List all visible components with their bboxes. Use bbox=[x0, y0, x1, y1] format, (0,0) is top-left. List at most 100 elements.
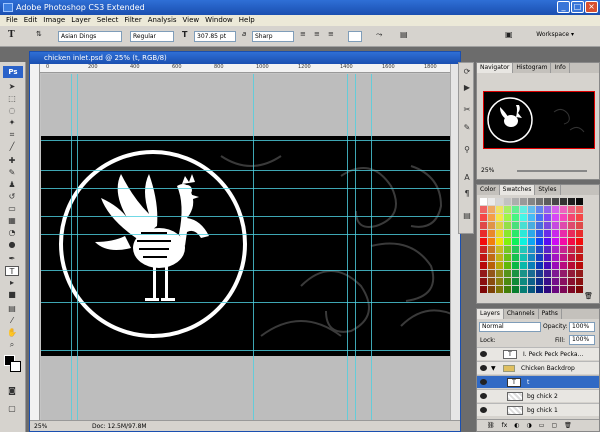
swatch[interactable] bbox=[480, 278, 487, 285]
layer-row[interactable]: T t bbox=[477, 375, 599, 388]
swatch[interactable] bbox=[560, 278, 567, 285]
eye-icon[interactable] bbox=[480, 379, 487, 385]
history-icon[interactable]: ⟳ bbox=[462, 67, 472, 79]
swatch[interactable] bbox=[536, 206, 543, 213]
opacity-field[interactable]: 100% bbox=[569, 322, 595, 332]
swatch[interactable] bbox=[544, 238, 551, 245]
close-button[interactable]: × bbox=[585, 1, 598, 13]
swatch[interactable] bbox=[504, 222, 511, 229]
swatch[interactable] bbox=[520, 206, 527, 213]
swatch[interactable] bbox=[552, 286, 559, 293]
swatch[interactable] bbox=[552, 254, 559, 261]
guide-horizontal[interactable] bbox=[41, 216, 459, 217]
swatch[interactable] bbox=[520, 262, 527, 269]
actions-icon[interactable]: ▶ bbox=[462, 83, 472, 95]
swatch[interactable] bbox=[496, 270, 503, 277]
swatch[interactable] bbox=[488, 262, 495, 269]
swatch[interactable] bbox=[504, 254, 511, 261]
swatch[interactable] bbox=[576, 246, 583, 253]
swatch[interactable] bbox=[552, 198, 559, 205]
expand-triangle-icon[interactable]: ▼ bbox=[491, 362, 496, 375]
swatch[interactable] bbox=[480, 238, 487, 245]
delete-layer-icon[interactable]: 🗑 bbox=[564, 420, 572, 431]
swatch[interactable] bbox=[480, 246, 487, 253]
swatch[interactable] bbox=[480, 254, 487, 261]
swatch[interactable] bbox=[568, 222, 575, 229]
swatch[interactable] bbox=[488, 222, 495, 229]
swatch[interactable] bbox=[536, 246, 543, 253]
marquee-tool-icon[interactable]: ⬚ bbox=[5, 94, 19, 104]
eye-icon[interactable] bbox=[480, 365, 487, 371]
tab-swatches[interactable]: Swatches bbox=[499, 185, 536, 195]
swatch[interactable] bbox=[512, 206, 519, 213]
swatch[interactable] bbox=[504, 278, 511, 285]
tab-paths[interactable]: Paths bbox=[539, 309, 562, 319]
warp-text-icon[interactable]: ⤳ bbox=[376, 30, 382, 40]
swatch[interactable] bbox=[496, 238, 503, 245]
swatch[interactable] bbox=[528, 230, 535, 237]
pen-tool-icon[interactable]: ✒ bbox=[5, 254, 19, 264]
swatch[interactable] bbox=[512, 270, 519, 277]
swatch[interactable] bbox=[480, 222, 487, 229]
swatch[interactable] bbox=[528, 238, 535, 245]
swatch[interactable] bbox=[568, 270, 575, 277]
new-layer-icon[interactable]: ▢ bbox=[551, 420, 557, 431]
swatch[interactable] bbox=[544, 230, 551, 237]
swatch[interactable] bbox=[576, 278, 583, 285]
swatch[interactable] bbox=[520, 230, 527, 237]
fill-field[interactable]: 100% bbox=[569, 335, 595, 345]
tab-layers[interactable]: Layers bbox=[477, 309, 504, 319]
swatch[interactable] bbox=[512, 198, 519, 205]
swatch[interactable] bbox=[480, 230, 487, 237]
swatch[interactable] bbox=[544, 198, 551, 205]
swatch[interactable] bbox=[488, 206, 495, 213]
swatch[interactable] bbox=[544, 254, 551, 261]
swatch[interactable] bbox=[488, 238, 495, 245]
horizontal-ruler[interactable]: 0 200 400 600 800 1000 1200 1400 1600 18… bbox=[40, 64, 460, 73]
crop-tool-icon[interactable]: ⌗ bbox=[5, 130, 19, 140]
swatch[interactable] bbox=[512, 238, 519, 245]
swatch[interactable] bbox=[568, 254, 575, 261]
swatch[interactable] bbox=[552, 222, 559, 229]
swatch[interactable] bbox=[552, 230, 559, 237]
magic-wand-tool-icon[interactable]: ✦ bbox=[5, 118, 19, 128]
swatch[interactable] bbox=[544, 246, 551, 253]
canvas-area[interactable] bbox=[41, 74, 459, 421]
swatch[interactable] bbox=[576, 198, 583, 205]
swatch[interactable] bbox=[520, 198, 527, 205]
swatch[interactable] bbox=[576, 206, 583, 213]
swatch[interactable] bbox=[488, 214, 495, 221]
swatch[interactable] bbox=[496, 278, 503, 285]
screen-mode-icon[interactable]: ▢ bbox=[5, 404, 19, 414]
swatch[interactable] bbox=[576, 230, 583, 237]
background-color-swatch[interactable] bbox=[10, 361, 21, 372]
swatch[interactable] bbox=[576, 254, 583, 261]
guide-horizontal[interactable] bbox=[41, 140, 459, 141]
swatch[interactable] bbox=[512, 214, 519, 221]
align-left-icon[interactable]: ≡ bbox=[300, 30, 306, 38]
swatch[interactable] bbox=[504, 238, 511, 245]
swatch[interactable] bbox=[536, 230, 543, 237]
guide-vertical[interactable] bbox=[371, 74, 372, 421]
swatch[interactable] bbox=[496, 286, 503, 293]
swatch[interactable] bbox=[504, 270, 511, 277]
swatch[interactable] bbox=[536, 214, 543, 221]
document-title-bar[interactable]: chicken inlet.psd @ 25% (t, RGB/8) bbox=[30, 52, 460, 64]
minimize-button[interactable]: _ bbox=[557, 1, 570, 13]
swatch[interactable] bbox=[544, 262, 551, 269]
swatch[interactable] bbox=[560, 222, 567, 229]
menu-help[interactable]: Help bbox=[236, 15, 258, 26]
text-color-swatch[interactable] bbox=[348, 31, 362, 42]
shape-tool-icon[interactable]: ■ bbox=[5, 290, 19, 300]
swatch[interactable] bbox=[512, 254, 519, 261]
swatch[interactable] bbox=[504, 246, 511, 253]
swatch[interactable] bbox=[536, 198, 543, 205]
character-panel-icon[interactable]: ▤ bbox=[400, 30, 408, 39]
guide-horizontal[interactable] bbox=[41, 350, 459, 351]
swatch[interactable] bbox=[552, 214, 559, 221]
tab-info[interactable]: Info bbox=[551, 63, 570, 73]
eyedropper-tool-icon[interactable]: ╱ bbox=[5, 142, 19, 152]
history-brush-tool-icon[interactable]: ↺ bbox=[5, 192, 19, 202]
swatch[interactable] bbox=[512, 278, 519, 285]
swatch[interactable] bbox=[568, 246, 575, 253]
